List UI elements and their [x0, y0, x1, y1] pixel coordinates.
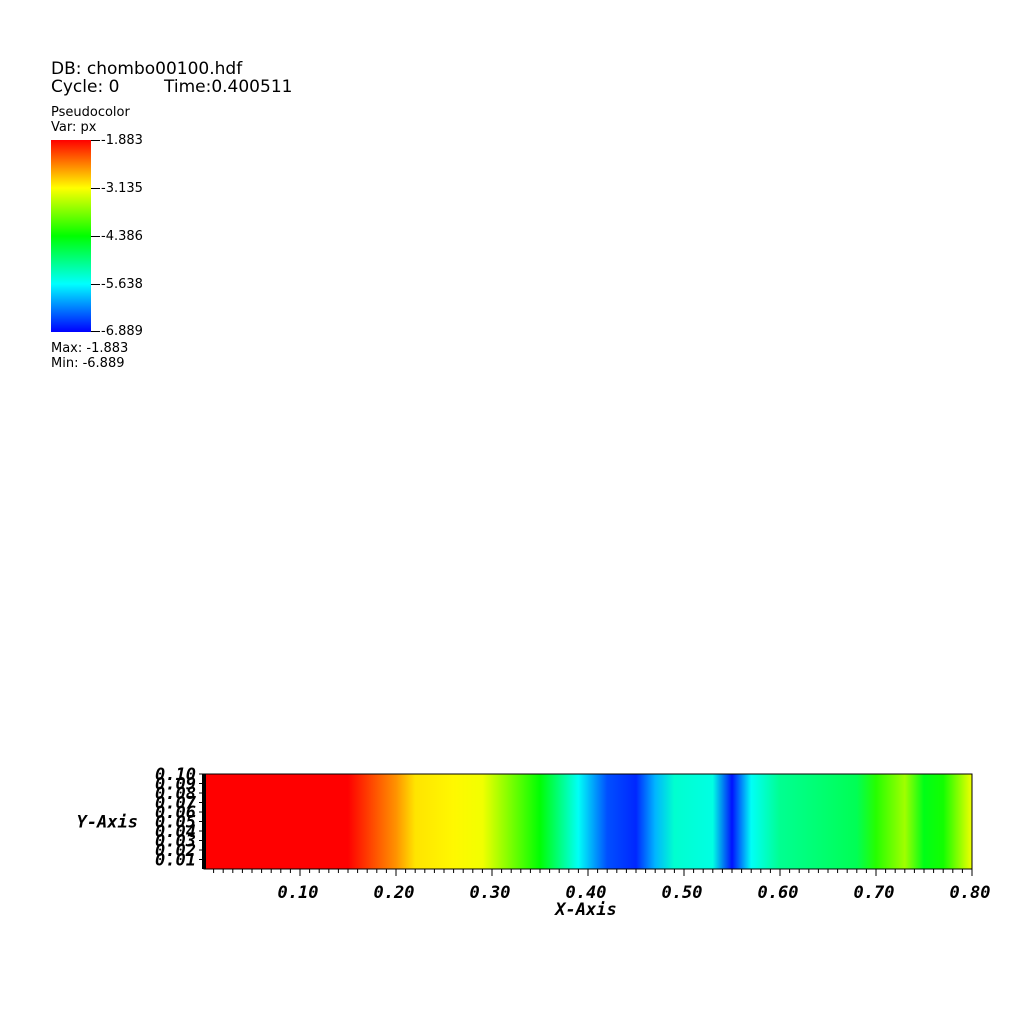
- x-tick-label: 0.30: [470, 883, 511, 903]
- y-tick-label: 0.10: [155, 765, 196, 785]
- x-tick-label: 0.60: [758, 883, 799, 903]
- x-tick-label: 0.80: [950, 883, 991, 903]
- x-tick-label: 0.10: [278, 883, 319, 903]
- y-axis-ticks: 0.010.020.030.040.050.060.070.080.090.10: [155, 765, 204, 871]
- x-tick-label: 0.20: [374, 883, 415, 903]
- x-tick-label: 0.50: [662, 883, 703, 903]
- y-axis-label: Y-Axis: [77, 813, 138, 833]
- heatmap-field: [204, 774, 972, 869]
- x-axis-label: X-Axis: [553, 900, 616, 920]
- x-axis-ticks: 0.10 0.20 0.30 0.40 0.50 0.60 0.70 0.80: [213, 869, 991, 903]
- heatmap-plot: 0.10 0.20 0.30 0.40 0.50 0.60 0.70 0.80 0.010.0…: [77, 765, 991, 920]
- x-tick-label: 0.70: [854, 883, 895, 903]
